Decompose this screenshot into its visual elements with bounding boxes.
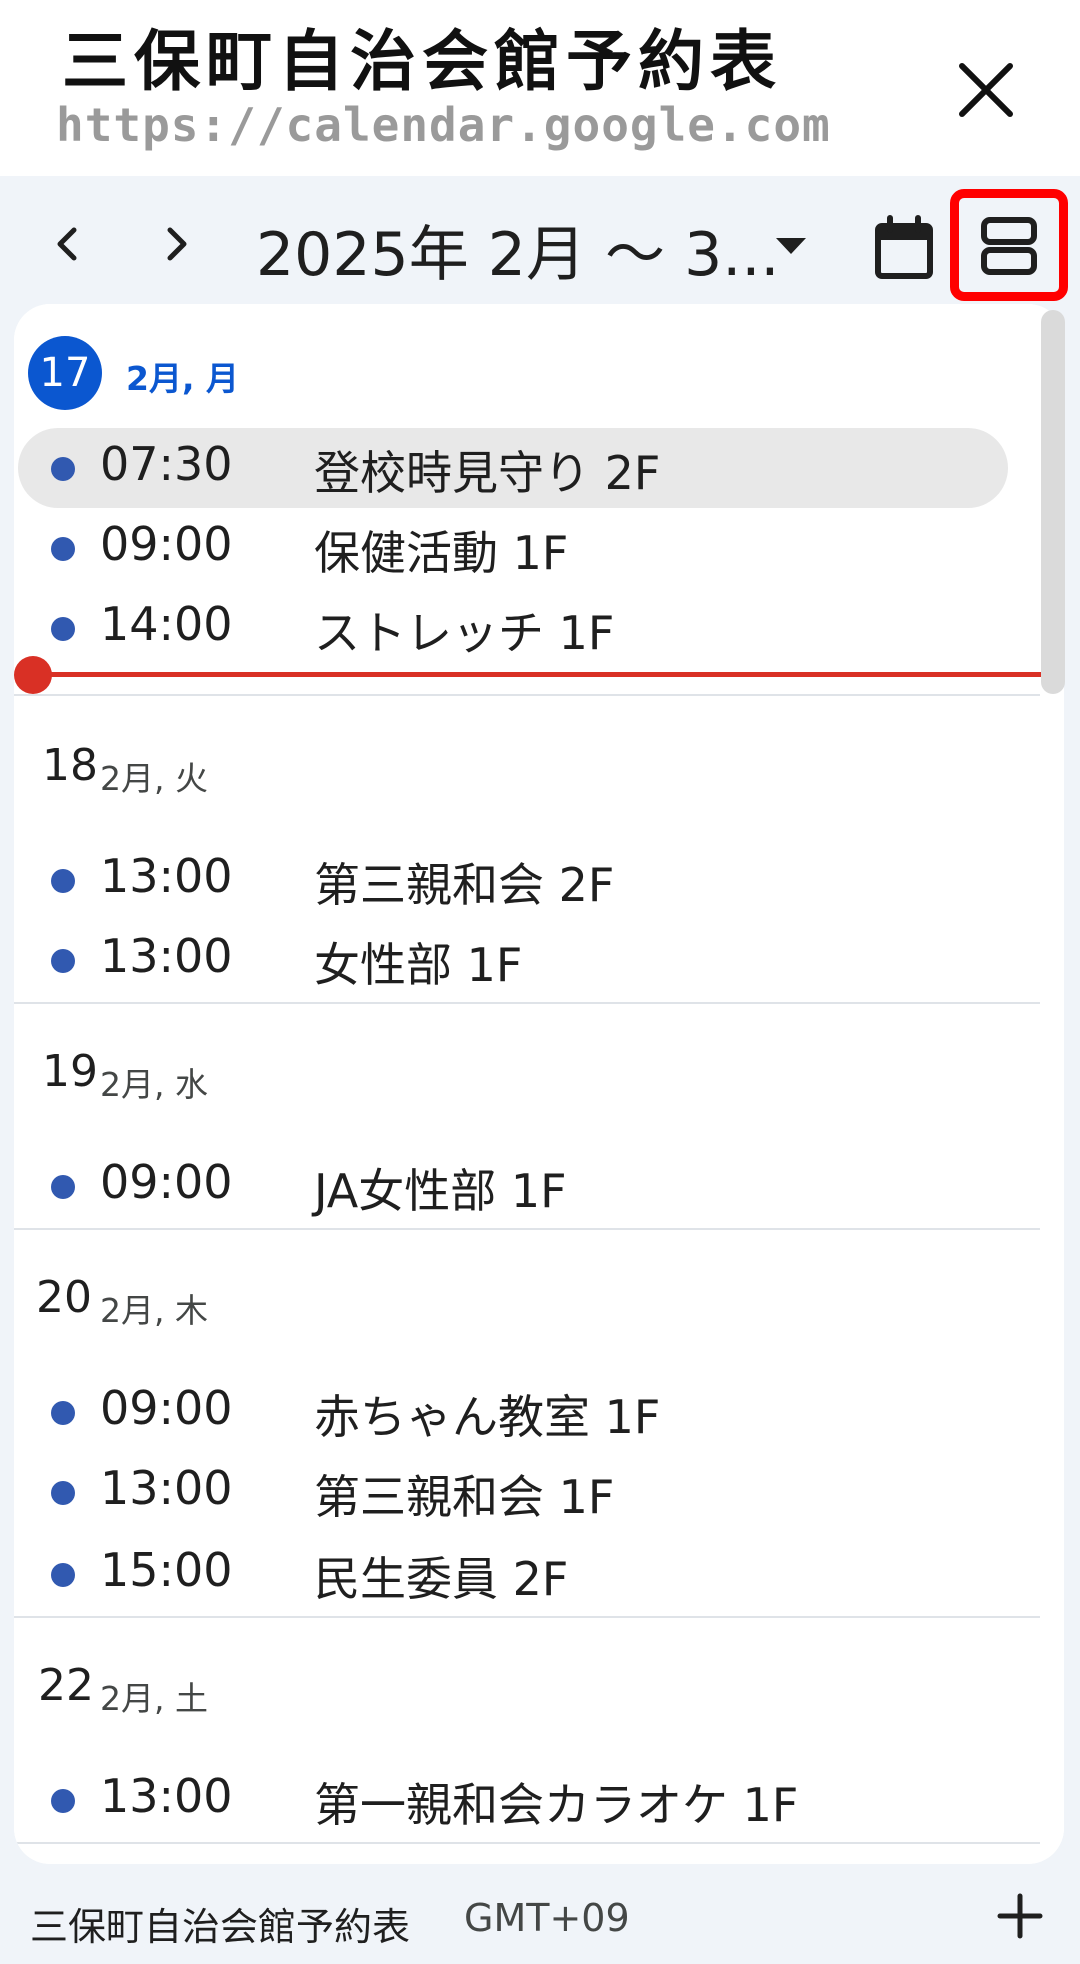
scrollbar-thumb[interactable]	[1041, 310, 1065, 694]
previous-button[interactable]	[30, 206, 106, 282]
day-divider	[14, 694, 1040, 696]
event-title: JA女性部 1F	[314, 1164, 567, 1218]
day-label: 2月, 月	[126, 359, 239, 398]
event-item[interactable]: 13:00 女性部 1F	[18, 920, 1008, 1000]
title-bar: 三保町自治会館予約表 https://calendar.google.com	[0, 0, 1080, 176]
event-color-dot	[51, 1175, 75, 1199]
event-item[interactable]: 09:00 赤ちゃん教室 1F	[18, 1372, 1008, 1452]
calendar-icon	[875, 215, 933, 279]
event-time: 13:00	[100, 1461, 233, 1515]
event-color-dot	[51, 1481, 75, 1505]
caret-down-icon	[776, 238, 806, 254]
timezone-label: GMT+09	[464, 1896, 630, 1940]
event-title: ストレッチ 1F	[314, 606, 615, 660]
day-number[interactable]: 22	[38, 1660, 94, 1711]
add-to-calendar-button[interactable]	[990, 1886, 1050, 1946]
chevron-right-icon	[167, 227, 187, 261]
event-time: 07:30	[100, 437, 233, 491]
day-divider	[14, 1842, 1040, 1844]
event-time: 13:00	[100, 1769, 233, 1823]
next-button[interactable]	[138, 206, 214, 282]
app-title: 三保町自治会館予約表	[62, 23, 782, 100]
footer-bar: 三保町自治会館予約表 GMT+09	[0, 1866, 1080, 1964]
calendar-toolbar: 2025年 2月 ～ 3...	[0, 176, 1080, 306]
event-title: 赤ちゃん教室 1F	[314, 1390, 661, 1444]
date-range-title[interactable]: 2025年 2月 ～ 3...	[256, 206, 779, 293]
current-time-dot	[14, 656, 52, 694]
schedule-view-button[interactable]	[950, 189, 1068, 301]
event-time: 13:00	[100, 849, 233, 903]
event-color-dot	[51, 617, 75, 641]
day-number-today[interactable]: 17	[28, 336, 102, 410]
event-item[interactable]: 14:00 ストレッチ 1F	[18, 588, 1008, 668]
event-color-dot	[51, 869, 75, 893]
event-title: 第一親和会カラオケ 1F	[314, 1778, 799, 1832]
day-divider	[14, 1002, 1040, 1004]
event-title: 第三親和会 1F	[314, 1470, 615, 1524]
chevron-left-icon	[57, 227, 77, 261]
event-item[interactable]: 09:00 保健活動 1F	[18, 508, 1008, 588]
event-time: 13:00	[100, 929, 233, 983]
event-title: 第三親和会 2F	[314, 858, 615, 912]
event-title: 女性部 1F	[314, 938, 523, 992]
event-item[interactable]: 13:00 第一親和会カラオケ 1F	[18, 1760, 1008, 1840]
event-color-dot	[51, 1401, 75, 1425]
event-item[interactable]: 15:00 民生委員 2F	[18, 1534, 1008, 1614]
event-item[interactable]: 13:00 第三親和会 2F	[18, 840, 1008, 920]
event-time: 09:00	[100, 1155, 233, 1209]
calendar-name: 三保町自治会館予約表	[30, 1905, 411, 1949]
day-number[interactable]: 19	[42, 1046, 98, 1097]
plus-icon	[997, 1893, 1043, 1939]
day-label: 2月, 水	[100, 1065, 208, 1104]
app-url: https://calendar.google.com	[56, 98, 831, 152]
close-icon	[959, 63, 1013, 117]
event-color-dot	[51, 1789, 75, 1813]
event-color-dot	[51, 457, 75, 481]
event-title: 保健活動 1F	[314, 526, 569, 580]
event-color-dot	[51, 949, 75, 973]
agenda-content: 17 2月, 月 07:30 登校時見守り 2F 09:00 保健活動 1F 1…	[14, 304, 1064, 1864]
day-number[interactable]: 20	[36, 1272, 92, 1323]
event-color-dot	[51, 537, 75, 561]
day-number[interactable]: 18	[42, 740, 98, 791]
event-time: 14:00	[100, 597, 233, 651]
event-color-dot	[51, 1563, 75, 1587]
day-label: 2月, 土	[100, 1679, 208, 1718]
agenda-view-icon	[981, 217, 1037, 275]
day-label: 2月, 火	[100, 759, 208, 798]
event-item[interactable]: 13:00 第三親和会 1F	[18, 1452, 1008, 1532]
day-label: 2月, 木	[100, 1291, 208, 1330]
current-time-indicator	[42, 672, 1060, 677]
close-button[interactable]	[946, 50, 1026, 130]
event-time: 09:00	[100, 517, 233, 571]
event-title: 登校時見守り 2F	[314, 446, 661, 500]
event-time: 15:00	[100, 1543, 233, 1597]
date-range-dropdown[interactable]	[756, 216, 826, 276]
day-divider	[14, 1228, 1040, 1230]
event-item[interactable]: 09:00 JA女性部 1F	[18, 1146, 1008, 1226]
month-view-button[interactable]	[864, 206, 944, 286]
event-item[interactable]: 07:30 登校時見守り 2F	[18, 428, 1008, 508]
event-title: 民生委員 2F	[314, 1552, 569, 1606]
event-time: 09:00	[100, 1381, 233, 1435]
day-divider	[14, 1616, 1040, 1618]
